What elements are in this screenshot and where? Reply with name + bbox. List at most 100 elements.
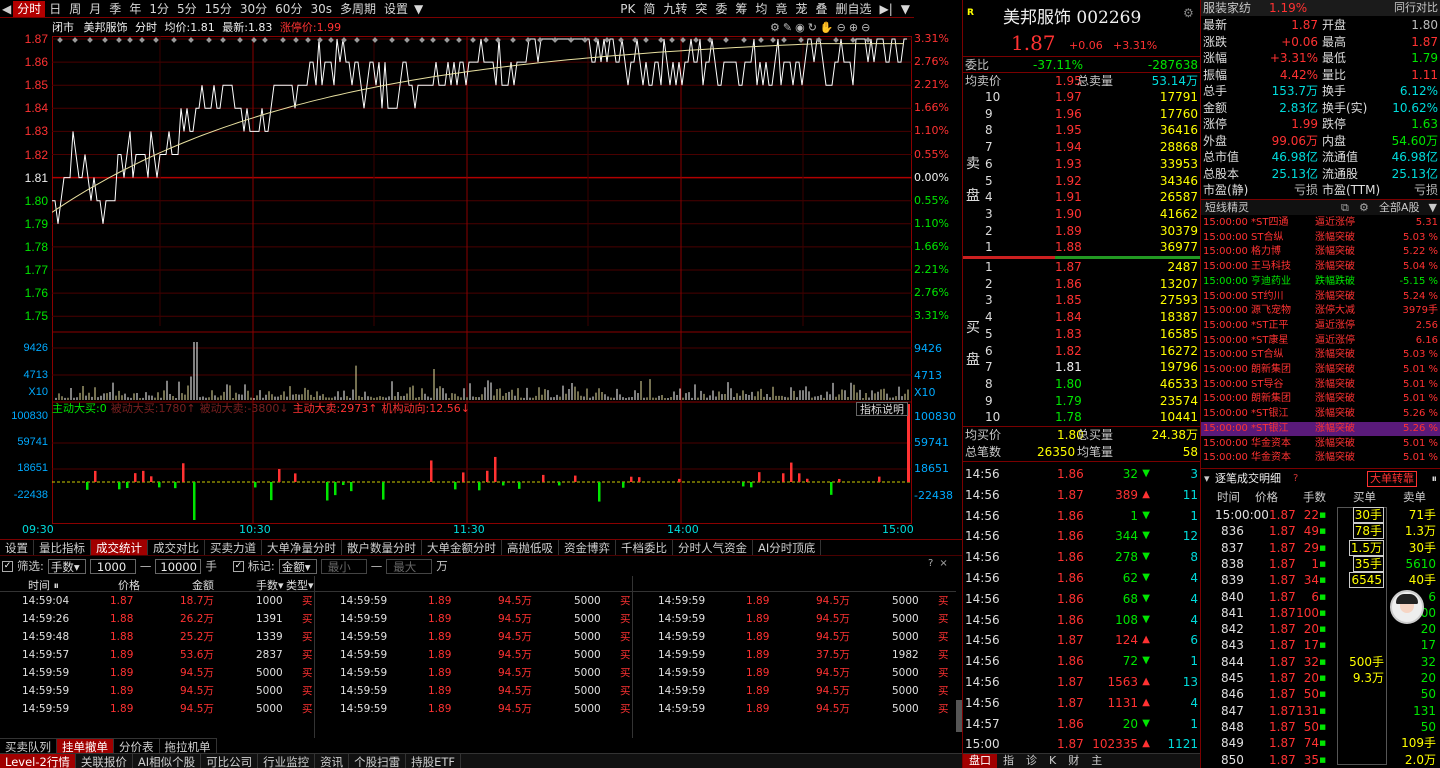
period-tab[interactable]: 设置	[380, 1, 412, 17]
tick-row[interactable]: 14:56 1.86 278 ▼ 8	[963, 547, 1200, 567]
indicator-tab[interactable]: 资金博弈	[559, 540, 616, 556]
help-icon[interactable]: ?	[928, 558, 939, 569]
indicator-tab[interactable]: 大单净量分时	[262, 540, 342, 556]
detail-row[interactable]: 15:00:00 1.87 22 ■ 30手 71手	[1201, 507, 1440, 523]
tool-button[interactable]: 竟	[771, 1, 791, 17]
detail-row[interactable]: 844 1.87 32 ■ 500手 32	[1201, 654, 1440, 670]
tick-row[interactable]: 14:56 1.86 62 ▼ 4	[963, 568, 1200, 588]
detail-row[interactable]: 849 1.87 74 ■ 109手	[1201, 735, 1440, 751]
hand-icon[interactable]: ✋	[820, 21, 837, 34]
mark-checkbox[interactable]: ✓	[232, 560, 244, 572]
panel-switch-tab[interactable]: 诊	[1020, 754, 1043, 768]
eye-icon[interactable]: ◉	[795, 21, 808, 34]
sprite-row[interactable]: 15:00:00 朗新集团 涨幅突破 5.01 %	[1201, 392, 1440, 407]
sprite-filter-dropdown-icon[interactable]: ▼	[1429, 200, 1437, 215]
tick-row[interactable]: 14:56 1.87 1131 ▲ 4	[963, 693, 1200, 713]
status-tab[interactable]: 关联报价	[76, 753, 133, 768]
sprite-row[interactable]: 15:00:00 朗新集团 涨幅突破 5.01 %	[1201, 363, 1440, 378]
detail-row[interactable]: 847 1.87 131 ■ 131	[1201, 703, 1440, 719]
period-tab[interactable]: 月	[85, 1, 105, 17]
sprite-row[interactable]: 15:00:00 源飞宠物 涨停大减 3979手	[1201, 304, 1440, 319]
sprite-row[interactable]: 15:00:00 *ST银江 涨幅突破 5.26 %	[1201, 421, 1440, 437]
filter-checkbox[interactable]: ✓	[2, 560, 13, 572]
status-tab[interactable]: 行业监控	[258, 753, 316, 768]
period-tab[interactable]: 30分	[236, 1, 271, 17]
period-tab[interactable]: 30s	[306, 1, 336, 17]
detail-row[interactable]: 836 1.87 49 ■ 78手 1.3万	[1201, 523, 1440, 540]
book-row[interactable]: 8 1.80 46533	[963, 376, 1200, 392]
sprite-row[interactable]: 15:00:00 ST约川 涨幅突破 5.24 %	[1201, 290, 1440, 305]
zoom-in-icon[interactable]: ⊕	[849, 21, 861, 34]
tick-row[interactable]: 14:57 1.86 20 ▼ 1	[963, 714, 1200, 734]
book-row[interactable]: 2 1.89 30379	[963, 223, 1200, 239]
status-tab[interactable]: AI相似个股	[133, 753, 202, 768]
tool-button[interactable]: 筹	[731, 1, 751, 17]
trade-row[interactable]: 14:59:59 1.89 94.5万 5000 买	[0, 702, 956, 717]
unit-select[interactable]: 手数▾	[47, 558, 86, 574]
indicator-tab[interactable]: 大单金额分时	[422, 540, 502, 556]
mark-unit-select[interactable]: 金额▾	[278, 558, 317, 574]
trade-row[interactable]: 14:59:59 1.89 94.5万 5000 买	[0, 630, 956, 645]
indicator-tab[interactable]: AI分时顶底	[753, 540, 822, 556]
indicator-tab[interactable]: 散户数量分时	[342, 540, 422, 556]
intraday-chart[interactable]	[52, 36, 912, 526]
sprite-row[interactable]: 15:00:00 *ST四通 逼近涨停 5.31	[1201, 216, 1440, 231]
tool-button[interactable]: 茏	[791, 1, 811, 17]
mark-max-input[interactable]: 最大	[386, 558, 433, 574]
period-tab[interactable]: 1分	[145, 1, 173, 17]
sprite-filter[interactable]: 全部A股	[1379, 200, 1420, 215]
book-row[interactable]: 3 1.85 27593	[963, 292, 1200, 308]
sprite-row[interactable]: 15:00:00 亨迪药业 跌幅跌破 -5.15 %	[1201, 275, 1440, 290]
sprite-row[interactable]: 15:00:00 ST导谷 涨幅突破 5.01 %	[1201, 378, 1440, 393]
status-tab[interactable]: Level-2行情	[0, 753, 76, 768]
tool-button[interactable]: 委	[711, 1, 731, 17]
detail-collapse-icon[interactable]: ▾	[1204, 469, 1210, 489]
tick-row[interactable]: 14:56 1.87 1563 ▲ 13	[963, 672, 1200, 692]
book-row[interactable]: 4 1.84 18387	[963, 309, 1200, 325]
max-input[interactable]: 10000	[155, 558, 202, 574]
close-icon[interactable]: ×	[939, 558, 953, 569]
book-row[interactable]: 1 1.88 36977	[963, 239, 1200, 255]
tick-row[interactable]: 14:56 1.86 108 ▼ 4	[963, 610, 1200, 630]
minus-icon[interactable]: ⊖	[861, 21, 873, 34]
tool-button[interactable]: 九转	[659, 1, 691, 17]
tool-button[interactable]: 突	[691, 1, 711, 17]
detail-row[interactable]: 848 1.87 50 ■ 50	[1201, 719, 1440, 735]
tick-row[interactable]: 14:56 1.86 32 ▼ 3	[963, 464, 1200, 484]
tool-button[interactable]: 简	[639, 1, 659, 17]
trade-row[interactable]: 14:59:59 1.89 37.5万 1982 买	[0, 648, 956, 663]
indicator-tab[interactable]: 千档委比	[616, 540, 673, 556]
book-row[interactable]: 6 1.93 33953	[963, 156, 1200, 172]
pen-icon[interactable]: ✎	[783, 21, 795, 34]
book-row[interactable]: 3 1.90 41662	[963, 206, 1200, 222]
indicator-tab[interactable]: 设置	[0, 540, 34, 556]
book-row[interactable]: 7 1.81 19796	[963, 359, 1200, 375]
mark-min-input[interactable]: 最小	[320, 558, 367, 574]
trade-row[interactable]: 14:59:59 1.89 94.5万 5000 买	[0, 594, 956, 609]
period-tab[interactable]: 15分	[201, 1, 236, 17]
detail-row[interactable]: 839 1.87 34 ■ 6545 40手	[1201, 572, 1440, 589]
period-tab[interactable]: 多周期	[336, 1, 380, 17]
period-tab[interactable]: 季	[105, 1, 125, 17]
sprite-settings-icon[interactable]: ⚙	[1359, 200, 1369, 215]
trade-row[interactable]: 14:59:59 1.89 94.5万 5000 买	[0, 612, 956, 627]
indicator-tab[interactable]: 成交统计	[91, 540, 148, 556]
indicator-help-button[interactable]: 指标说明	[856, 402, 908, 416]
indicator-tab[interactable]: 成交对比	[148, 540, 205, 556]
tick-row[interactable]: 14:56 1.86 72 ▼ 1	[963, 651, 1200, 671]
sprite-row[interactable]: 15:00:00 华金资本 涨幅突破 5.01 %	[1201, 437, 1440, 452]
book-row[interactable]: 5 1.92 34346	[963, 173, 1200, 189]
panel-switch-tab[interactable]: 盘口	[963, 754, 997, 768]
book-row[interactable]: 8 1.95 36416	[963, 122, 1200, 138]
book-row[interactable]: 7 1.94 28868	[963, 139, 1200, 155]
detail-help-icon[interactable]: ?	[1293, 469, 1298, 489]
status-tab[interactable]: 个股扫雷	[349, 753, 407, 768]
pause-icon[interactable]: ⏸	[1432, 469, 1438, 489]
tool-button[interactable]: 删自选	[831, 1, 875, 17]
book-row[interactable]: 2 1.86 13207	[963, 276, 1200, 292]
sprite-row[interactable]: 15:00:00 华金资本 涨幅突破 5.01 %	[1201, 451, 1440, 466]
tool-button[interactable]: 均	[751, 1, 771, 17]
tick-row[interactable]: 14:56 1.86 344 ▼ 12	[963, 526, 1200, 546]
sector-name[interactable]: 服装家纺	[1203, 0, 1251, 16]
big-order-button[interactable]: 大单转靠	[1367, 471, 1417, 487]
